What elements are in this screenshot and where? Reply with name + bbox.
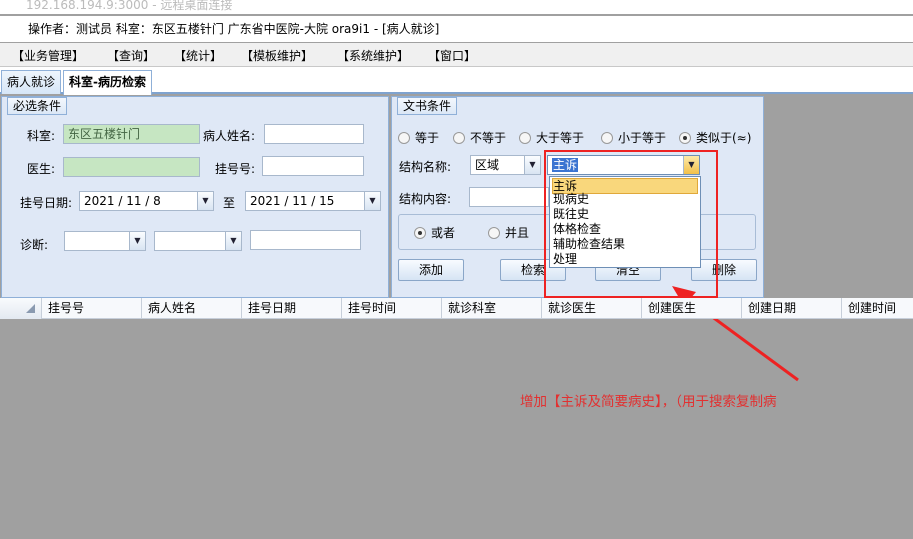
doctor-label: 医生:	[27, 162, 56, 176]
col-visit-dept[interactable]: 就诊科室	[441, 298, 541, 319]
op-equal-dot	[398, 132, 410, 144]
op-not-equal-dot	[453, 132, 465, 144]
struct-content-label: 结构内容:	[399, 192, 452, 206]
doctor-field[interactable]	[63, 157, 200, 177]
op-not-equal-label: 不等于	[470, 131, 507, 145]
menu-business[interactable]: 【业务管理】	[12, 47, 84, 64]
grid-corner-icon	[26, 304, 35, 313]
struct-content-input[interactable]	[469, 187, 549, 207]
logic-or-dot	[414, 227, 426, 239]
op-equal-label: 等于	[415, 131, 440, 145]
struct-name-label: 结构名称:	[399, 160, 452, 174]
col-create-date[interactable]: 创建日期	[741, 298, 841, 319]
date-from-dropdown-icon[interactable]: ▼	[197, 192, 213, 210]
op-not-equal-radio[interactable]: 不等于	[453, 129, 506, 146]
logic-and-radio[interactable]: 并且	[488, 224, 529, 241]
doc-panel-title: 文书条件	[397, 97, 458, 115]
menu-bar: 【业务管理】 【查询】 【统计】 【模板维护】 【系统维护】 【窗口】	[0, 43, 913, 67]
menu-window[interactable]: 【窗口】	[428, 47, 476, 64]
regno-input[interactable]	[262, 156, 364, 176]
col-create-time[interactable]: 创建时间	[841, 298, 913, 319]
date-to-picker[interactable]: 2021 / 11 / 15 ▼	[245, 191, 381, 211]
struct-region-select[interactable]: 区域 ▼	[470, 155, 541, 175]
date-to-dropdown-icon[interactable]: ▼	[364, 192, 380, 210]
patient-name-input[interactable]	[264, 124, 364, 144]
logic-or-radio[interactable]: 或者	[414, 224, 455, 241]
op-like-dot	[679, 132, 691, 144]
diagnosis-select-1[interactable]: ▼	[64, 231, 146, 251]
patient-name-label: 病人姓名:	[203, 129, 256, 143]
annotation-arrow	[672, 286, 799, 382]
annotation-highlight-box	[544, 150, 718, 298]
col-visit-doctor[interactable]: 就诊医生	[541, 298, 641, 319]
date-from-picker[interactable]: 2021 / 11 / 8 ▼	[79, 191, 214, 211]
reg-date-label: 挂号日期:	[20, 196, 73, 210]
menu-query[interactable]: 【查询】	[107, 47, 155, 64]
op-like-label: 类似于(≈)	[696, 131, 752, 145]
add-button[interactable]: 添加	[398, 259, 464, 281]
logic-and-label: 并且	[505, 226, 530, 240]
struct-region-dropdown-icon[interactable]: ▼	[524, 156, 540, 174]
logic-or-label: 或者	[431, 226, 456, 240]
col-reg-time[interactable]: 挂号时间	[341, 298, 441, 319]
op-lte-radio[interactable]: 小于等于	[601, 129, 666, 146]
op-like-radio[interactable]: 类似于(≈)	[679, 129, 751, 146]
logic-and-dot	[488, 227, 500, 239]
op-gte-radio[interactable]: 大于等于	[519, 129, 584, 146]
date-from-value: 2021 / 11 / 8	[84, 194, 161, 208]
results-grid-header: 挂号号 病人姓名 挂号日期 挂号时间 就诊科室 就诊医生 创建医生 创建日期 创…	[0, 298, 913, 319]
remote-window-title: 192.168.194.9:3000 - 远程桌面连接	[0, 0, 913, 14]
op-lte-dot	[601, 132, 613, 144]
diagnosis-select-1-icon[interactable]: ▼	[129, 232, 145, 250]
col-reg-no[interactable]: 挂号号	[41, 298, 141, 319]
tab-patient-visit[interactable]: 病人就诊	[1, 70, 62, 94]
required-panel-title: 必选条件	[7, 97, 68, 115]
diagnosis-input[interactable]	[250, 230, 361, 250]
tab-record-search[interactable]: 科室-病历检索	[63, 70, 152, 95]
col-reg-date[interactable]: 挂号日期	[241, 298, 341, 319]
dept-field[interactable]: 东区五楼针门	[63, 124, 200, 144]
op-lte-label: 小于等于	[618, 131, 667, 145]
app-title: 操作者：测试员 科室：东区五楼针门 广东省中医院-大院 ora9i1 - [病人…	[0, 16, 913, 42]
menu-system[interactable]: 【系统维护】	[337, 47, 409, 64]
op-equal-radio[interactable]: 等于	[398, 129, 439, 146]
tab-strip: 病人就诊 科室-病历检索	[0, 67, 913, 95]
col-patient-name[interactable]: 病人姓名	[141, 298, 241, 319]
op-gte-dot	[519, 132, 531, 144]
menu-statistics[interactable]: 【统计】	[174, 47, 222, 64]
op-gte-label: 大于等于	[536, 131, 585, 145]
regno-label: 挂号号:	[215, 162, 256, 176]
col-create-doctor[interactable]: 创建医生	[641, 298, 741, 319]
diagnosis-select-2[interactable]: ▼	[154, 231, 242, 251]
grid-corner	[0, 298, 41, 319]
diagnosis-select-2-icon[interactable]: ▼	[225, 232, 241, 250]
struct-region-value: 区域	[475, 158, 500, 172]
dept-label: 科室:	[27, 129, 56, 143]
annotation-text: 增加【主诉及简要病史】，（用于搜索复制病	[520, 394, 777, 410]
diagnosis-label: 诊断:	[20, 238, 49, 252]
date-to-label: 至	[223, 196, 236, 210]
date-to-value: 2021 / 11 / 15	[250, 194, 335, 208]
menu-template[interactable]: 【模板维护】	[241, 47, 313, 64]
